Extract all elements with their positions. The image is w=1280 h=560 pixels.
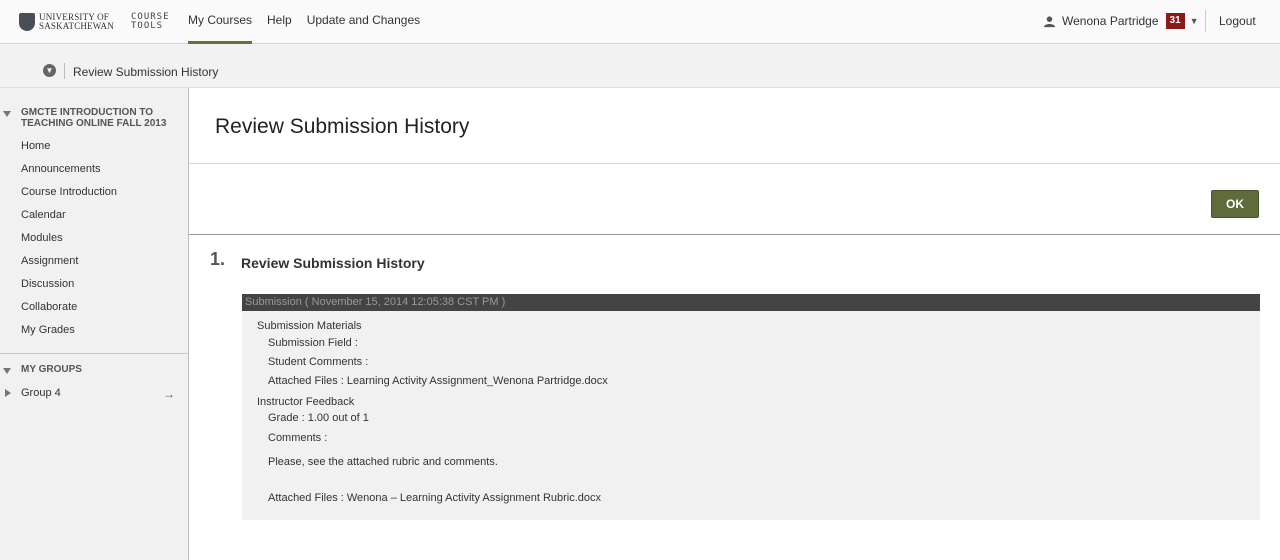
logo-university-text: UNIVERSITY OF SASKATCHEWAN: [39, 12, 114, 31]
course-title[interactable]: GMCTE INTRODUCTION TO TEACHING ONLINE FA…: [21, 107, 181, 129]
section-divider: [189, 234, 1280, 235]
breadcrumb-current: Review Submission History: [73, 65, 219, 79]
feedback-comment-text: Please, see the attached rubric and comm…: [268, 456, 498, 468]
university-logo[interactable]: UNIVERSITY OF SASKATCHEWAN COURSE TOOLS: [19, 10, 183, 34]
user-name: Wenona Partridge: [1062, 14, 1159, 28]
nav-my-courses[interactable]: My Courses: [188, 0, 253, 44]
sidebar-item-course-introduction[interactable]: Course Introduction: [21, 186, 117, 198]
title-divider: [189, 163, 1280, 164]
submission-materials-label: Submission Materials: [257, 320, 362, 332]
notification-badge[interactable]: 31: [1165, 13, 1185, 29]
sidebar-item-group-4[interactable]: Group 4: [21, 387, 61, 399]
breadcrumb-divider: [64, 63, 65, 79]
sidebar-item-my-grades[interactable]: My Grades: [21, 324, 75, 336]
feedback-comments-label: Comments :: [268, 432, 328, 444]
step-title: Review Submission History: [241, 255, 425, 271]
main-content: Review Submission History OK 1. Review S…: [189, 88, 1280, 560]
feedback-attached-files-link[interactable]: Attached Files : Wenona – Learning Activ…: [268, 492, 601, 504]
attached-files-link[interactable]: Attached Files : Learning Activity Assig…: [268, 375, 608, 387]
nav-update-and-changes[interactable]: Update and Changes: [307, 0, 420, 44]
sidebar-item-discussion[interactable]: Discussion: [21, 278, 74, 290]
sidebar-item-modules[interactable]: Modules: [21, 232, 63, 244]
breadcrumb: ▼ Review Submission History: [0, 44, 1280, 88]
user-menu[interactable]: Wenona Partridge 31 ▼: [1043, 12, 1199, 30]
collapse-groups-icon[interactable]: [3, 368, 11, 374]
my-groups-title[interactable]: MY GROUPS: [21, 364, 82, 375]
sidebar-item-calendar[interactable]: Calendar: [21, 209, 66, 221]
breadcrumb-menu-icon[interactable]: ▼: [43, 64, 56, 77]
sidebar-divider: [0, 353, 188, 354]
page-title: Review Submission History: [215, 115, 470, 138]
course-sidebar: GMCTE INTRODUCTION TO TEACHING ONLINE FA…: [0, 88, 189, 560]
step-number: 1.: [210, 249, 226, 269]
nav-help[interactable]: Help: [267, 0, 292, 44]
arrow-right-icon[interactable]: →: [163, 387, 175, 401]
top-navigation-bar: UNIVERSITY OF SASKATCHEWAN COURSE TOOLS …: [0, 0, 1280, 44]
sidebar-item-assignment[interactable]: Assignment: [21, 255, 78, 267]
main-nav: My Courses Help Update and Changes: [188, 0, 435, 44]
sidebar-item-home[interactable]: Home: [21, 140, 50, 152]
expand-group-icon[interactable]: [5, 389, 11, 397]
sidebar-item-announcements[interactable]: Announcements: [21, 163, 101, 175]
submission-header[interactable]: Submission ( November 15, 2014 12:05:38 …: [242, 294, 1260, 311]
university-crest-icon: [19, 13, 35, 31]
sidebar-item-collaborate[interactable]: Collaborate: [21, 301, 77, 313]
grade-value: Grade : 1.00 out of 1: [268, 412, 369, 424]
logo-product-text: COURSE TOOLS: [131, 12, 170, 31]
user-icon: [1043, 15, 1056, 27]
submission-panel: Submission ( November 15, 2014 12:05:38 …: [242, 294, 1260, 520]
submission-field-label: Submission Field :: [268, 337, 358, 349]
instructor-feedback-label: Instructor Feedback: [257, 396, 355, 408]
header-divider: [1205, 10, 1206, 32]
chevron-down-icon[interactable]: ▼: [1190, 16, 1199, 26]
logout-link[interactable]: Logout: [1219, 14, 1256, 28]
collapse-course-icon[interactable]: [3, 111, 11, 117]
ok-button[interactable]: OK: [1211, 190, 1259, 218]
student-comments-label: Student Comments :: [268, 356, 369, 368]
